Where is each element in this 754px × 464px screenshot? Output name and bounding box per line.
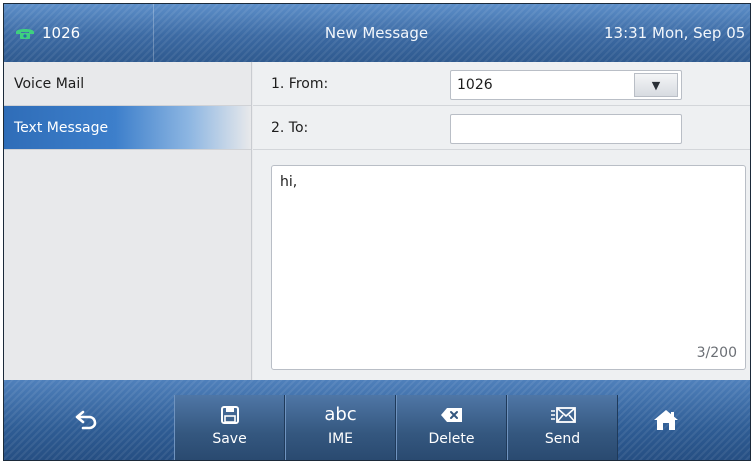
abc-icon: abc xyxy=(324,404,357,425)
ime-label: IME xyxy=(327,431,354,447)
to-input[interactable] xyxy=(450,114,682,144)
save-button[interactable]: Save xyxy=(174,395,285,460)
message-form: 1. From: 1026 ▼ 2. To: hi, 3/200 xyxy=(253,62,750,380)
softkey-group: Save abc IME Delete Send xyxy=(174,395,618,460)
account-label: 1026 xyxy=(42,24,81,42)
from-select[interactable]: 1026 ▼ xyxy=(450,70,682,100)
sidebar-item-label: Text Message xyxy=(14,119,109,136)
sidebar-item-text-message[interactable]: Text Message xyxy=(4,106,251,150)
send-label: Send xyxy=(544,431,581,447)
status-bar: 1026 New Message 13:31 Mon, Sep 05 xyxy=(4,4,750,62)
save-label: Save xyxy=(212,431,247,447)
home-button[interactable] xyxy=(626,380,706,460)
from-label: 1. From: xyxy=(271,75,329,92)
to-label: 2. To: xyxy=(271,119,309,136)
sidebar-item-label: Voice Mail xyxy=(14,75,85,92)
delete-button[interactable]: Delete xyxy=(396,395,507,460)
from-value: 1026 xyxy=(457,77,493,93)
back-button[interactable] xyxy=(46,380,126,460)
save-icon xyxy=(220,406,239,424)
phone-device: 1026 New Message 13:31 Mon, Sep 05 Voice… xyxy=(0,0,754,464)
send-envelope-icon xyxy=(550,407,576,423)
datetime-label: 13:31 Mon, Sep 05 xyxy=(604,24,746,42)
screen-title: New Message xyxy=(324,24,429,42)
dropdown-arrow-icon[interactable]: ▼ xyxy=(634,73,678,97)
backspace-icon xyxy=(440,408,462,422)
account-indicator[interactable]: 1026 xyxy=(4,4,154,62)
phone-icon xyxy=(16,29,34,39)
sidebar-item-voice-mail[interactable]: Voice Mail xyxy=(4,62,251,106)
message-text: hi, xyxy=(280,174,298,190)
to-row: 2. To: xyxy=(253,106,750,150)
ime-button[interactable]: abc IME xyxy=(285,395,396,460)
send-button[interactable]: Send xyxy=(507,395,618,460)
back-arrow-icon xyxy=(75,410,97,430)
home-icon xyxy=(654,410,678,430)
sidebar: Voice Mail Text Message xyxy=(4,62,252,380)
character-count: 3/200 xyxy=(696,345,737,361)
phone-screen: 1026 New Message 13:31 Mon, Sep 05 Voice… xyxy=(3,3,751,461)
from-row: 1. From: 1026 ▼ xyxy=(253,62,750,106)
message-textarea[interactable]: hi, 3/200 xyxy=(271,165,746,370)
softkey-bar: Save abc IME Delete Send xyxy=(4,380,750,460)
delete-label: Delete xyxy=(428,431,475,447)
